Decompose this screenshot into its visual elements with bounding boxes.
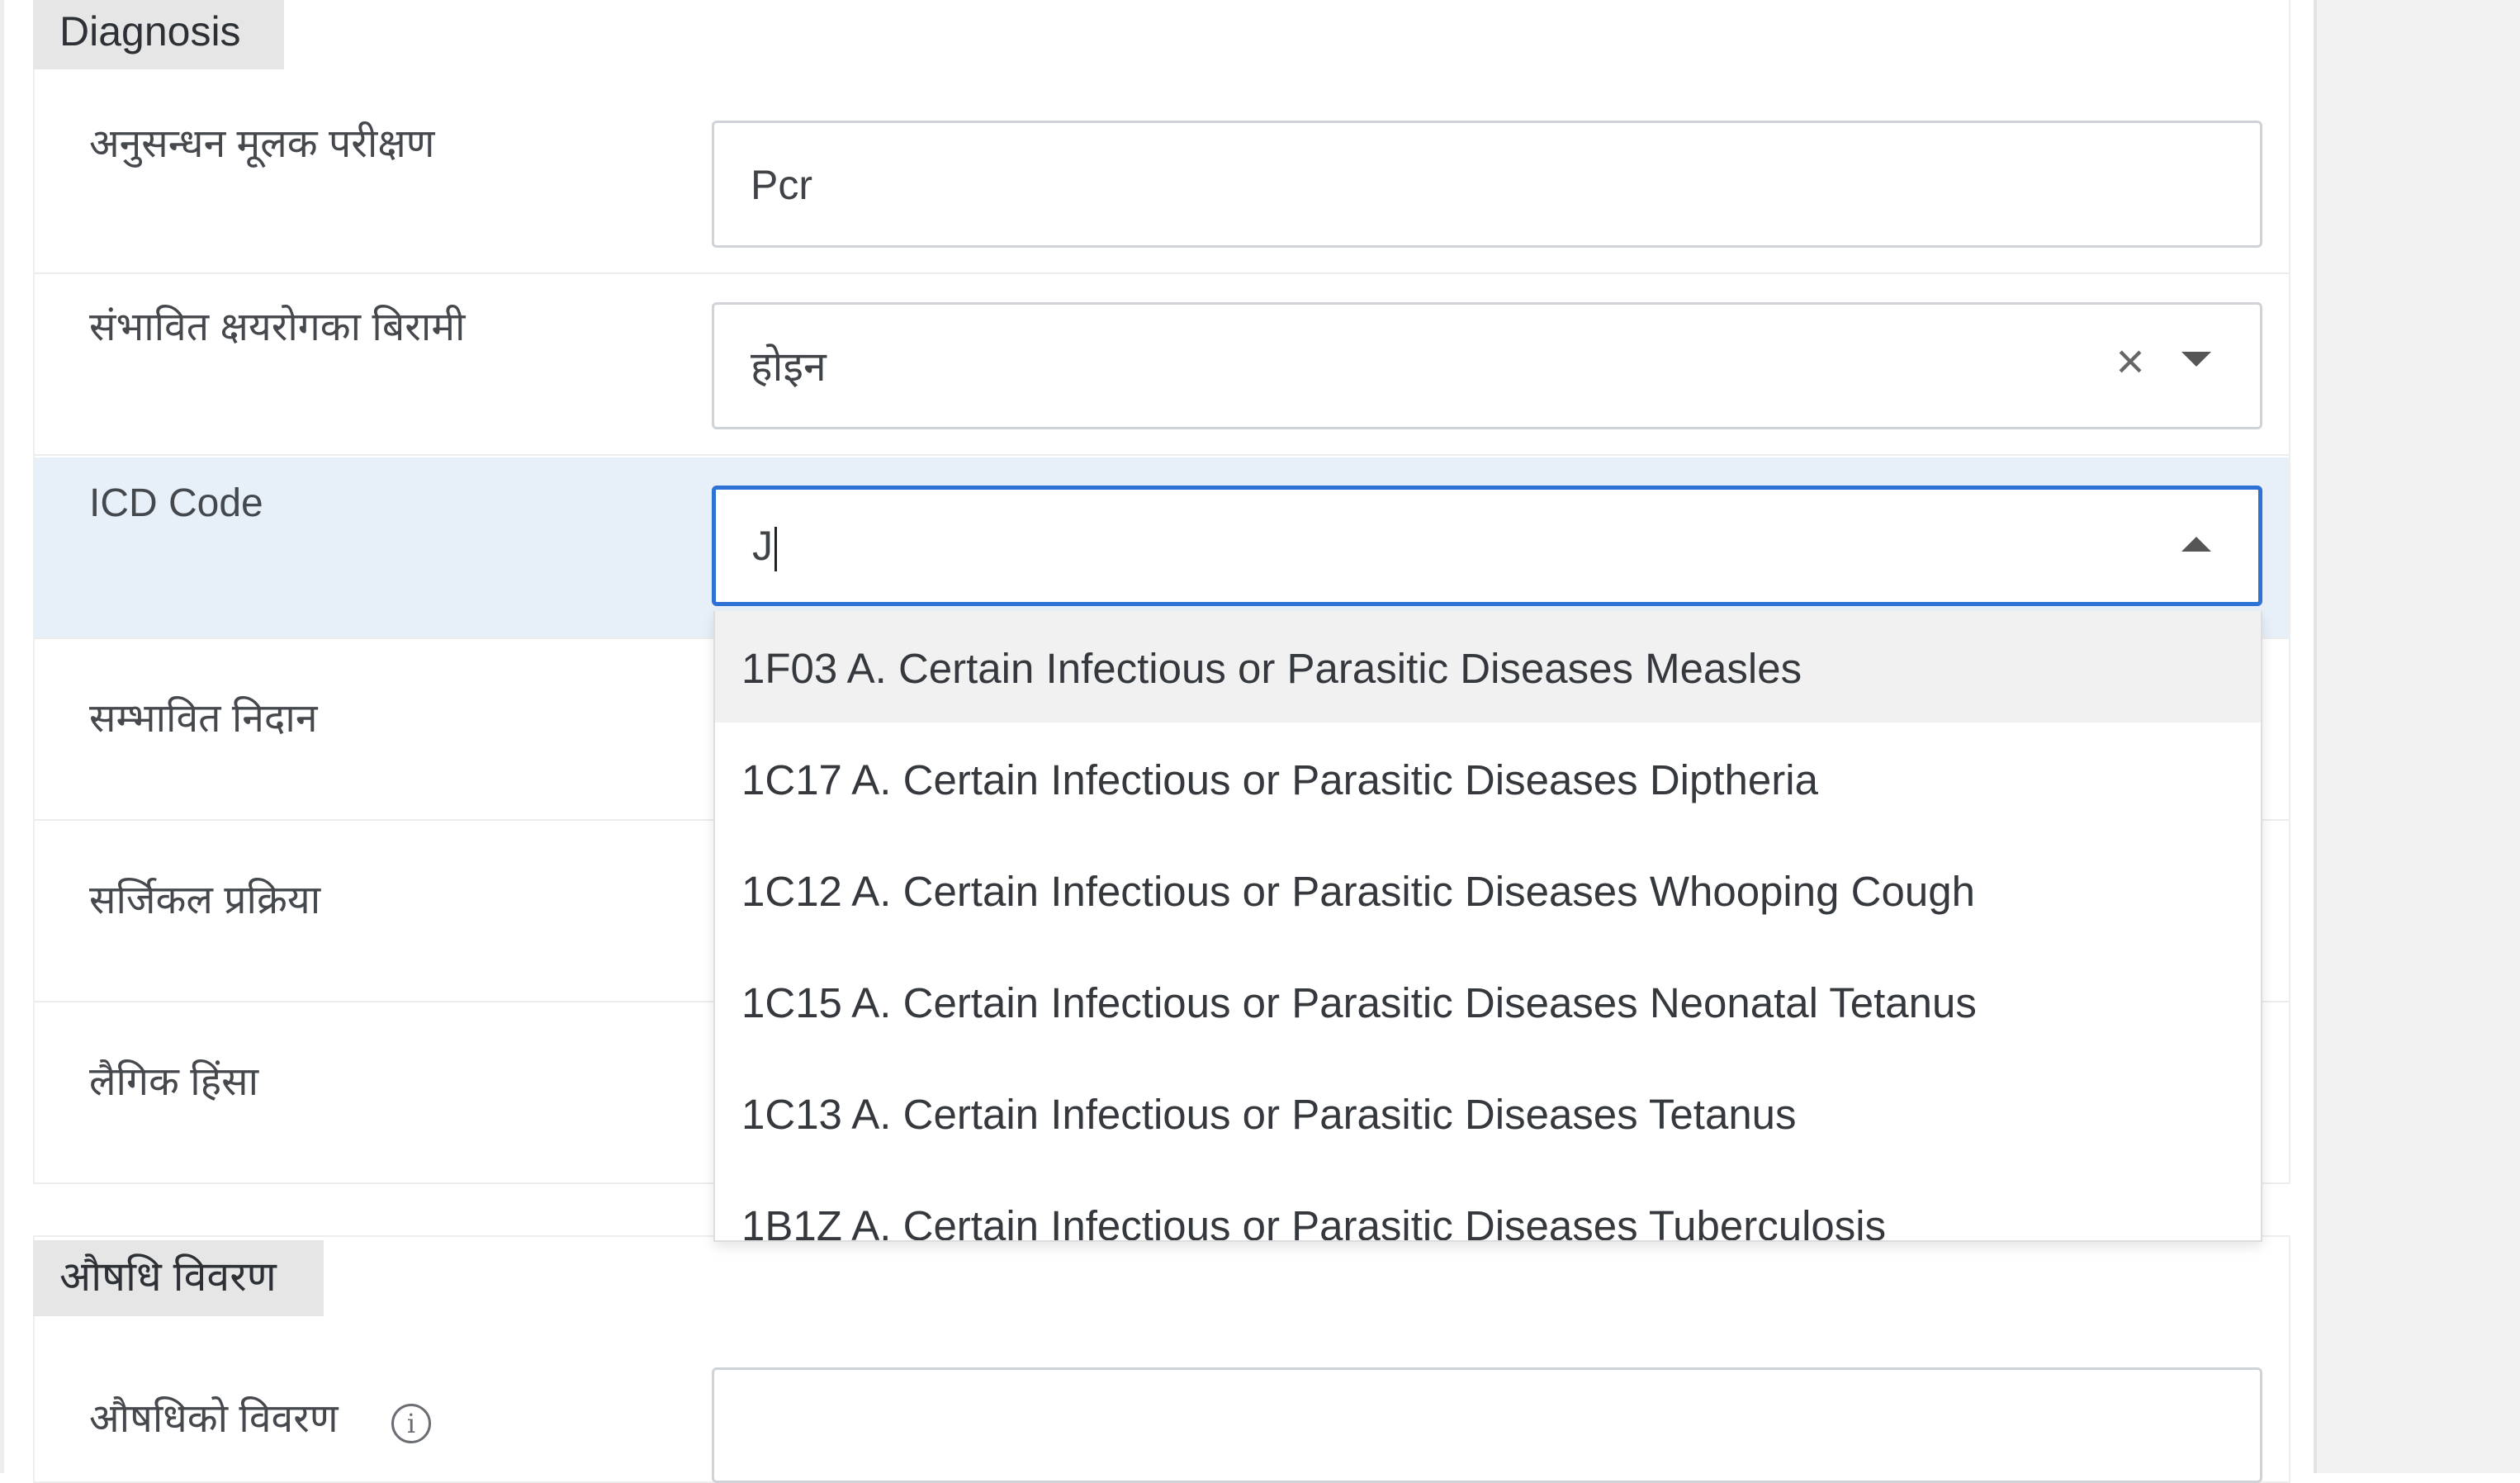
- dropdown-option[interactable]: 1C17 A. Certain Infectious or Parasitic …: [715, 723, 2261, 834]
- chevron-up-icon[interactable]: [2181, 537, 2211, 552]
- medicine-section-title: औषधि विवरण: [33, 1240, 324, 1316]
- info-icon[interactable]: i: [391, 1404, 431, 1443]
- dropdown-option[interactable]: 1C12 A. Certain Infectious or Parasitic …: [715, 834, 2261, 945]
- medicine-details-label: औषधिको विवरण: [89, 1397, 339, 1441]
- icd-code-label: ICD Code: [89, 481, 263, 525]
- page-left-divider: [0, 0, 4, 1473]
- diagnosis-section-title: Diagnosis: [33, 0, 284, 69]
- surgical-procedure-label: सर्जिकल प्रक्रिया: [89, 879, 321, 922]
- dropdown-option[interactable]: 1C13 A. Certain Infectious or Parasitic …: [715, 1057, 2261, 1168]
- right-gutter: [2317, 0, 2520, 1473]
- text-caret: [774, 526, 777, 571]
- provisional-diagnosis-label: सम्भावित निदान: [89, 697, 318, 741]
- close-icon[interactable]: ×: [2110, 337, 2150, 386]
- medicine-details-input[interactable]: [712, 1367, 2262, 1483]
- tb-suspect-value: होइन: [751, 344, 827, 390]
- investigation-label: अनुसन्धन मूलक परीक्षण: [89, 122, 435, 166]
- icd-code-search-input[interactable]: J: [712, 486, 2262, 606]
- icd-code-typed-value: J: [752, 523, 773, 569]
- chevron-down-icon[interactable]: [2181, 352, 2211, 367]
- dropdown-option[interactable]: 1B1Z A. Certain Infectious or Parasitic …: [715, 1168, 2261, 1240]
- icd-code-dropdown-list: 1F03 A. Certain Infectious or Parasitic …: [713, 611, 2262, 1242]
- dropdown-option[interactable]: 1C15 A. Certain Infectious or Parasitic …: [715, 945, 2261, 1057]
- dropdown-option[interactable]: 1F03 A. Certain Infectious or Parasitic …: [715, 611, 2261, 723]
- investigation-value: Pcr: [751, 162, 812, 208]
- gender-violence-label: लैगिक हिंसा: [89, 1060, 259, 1104]
- investigation-input[interactable]: Pcr: [712, 121, 2262, 248]
- tb-suspect-select[interactable]: होइन: [712, 302, 2262, 429]
- tb-suspect-label: संभावित क्षयरोगका बिरामी: [89, 306, 466, 349]
